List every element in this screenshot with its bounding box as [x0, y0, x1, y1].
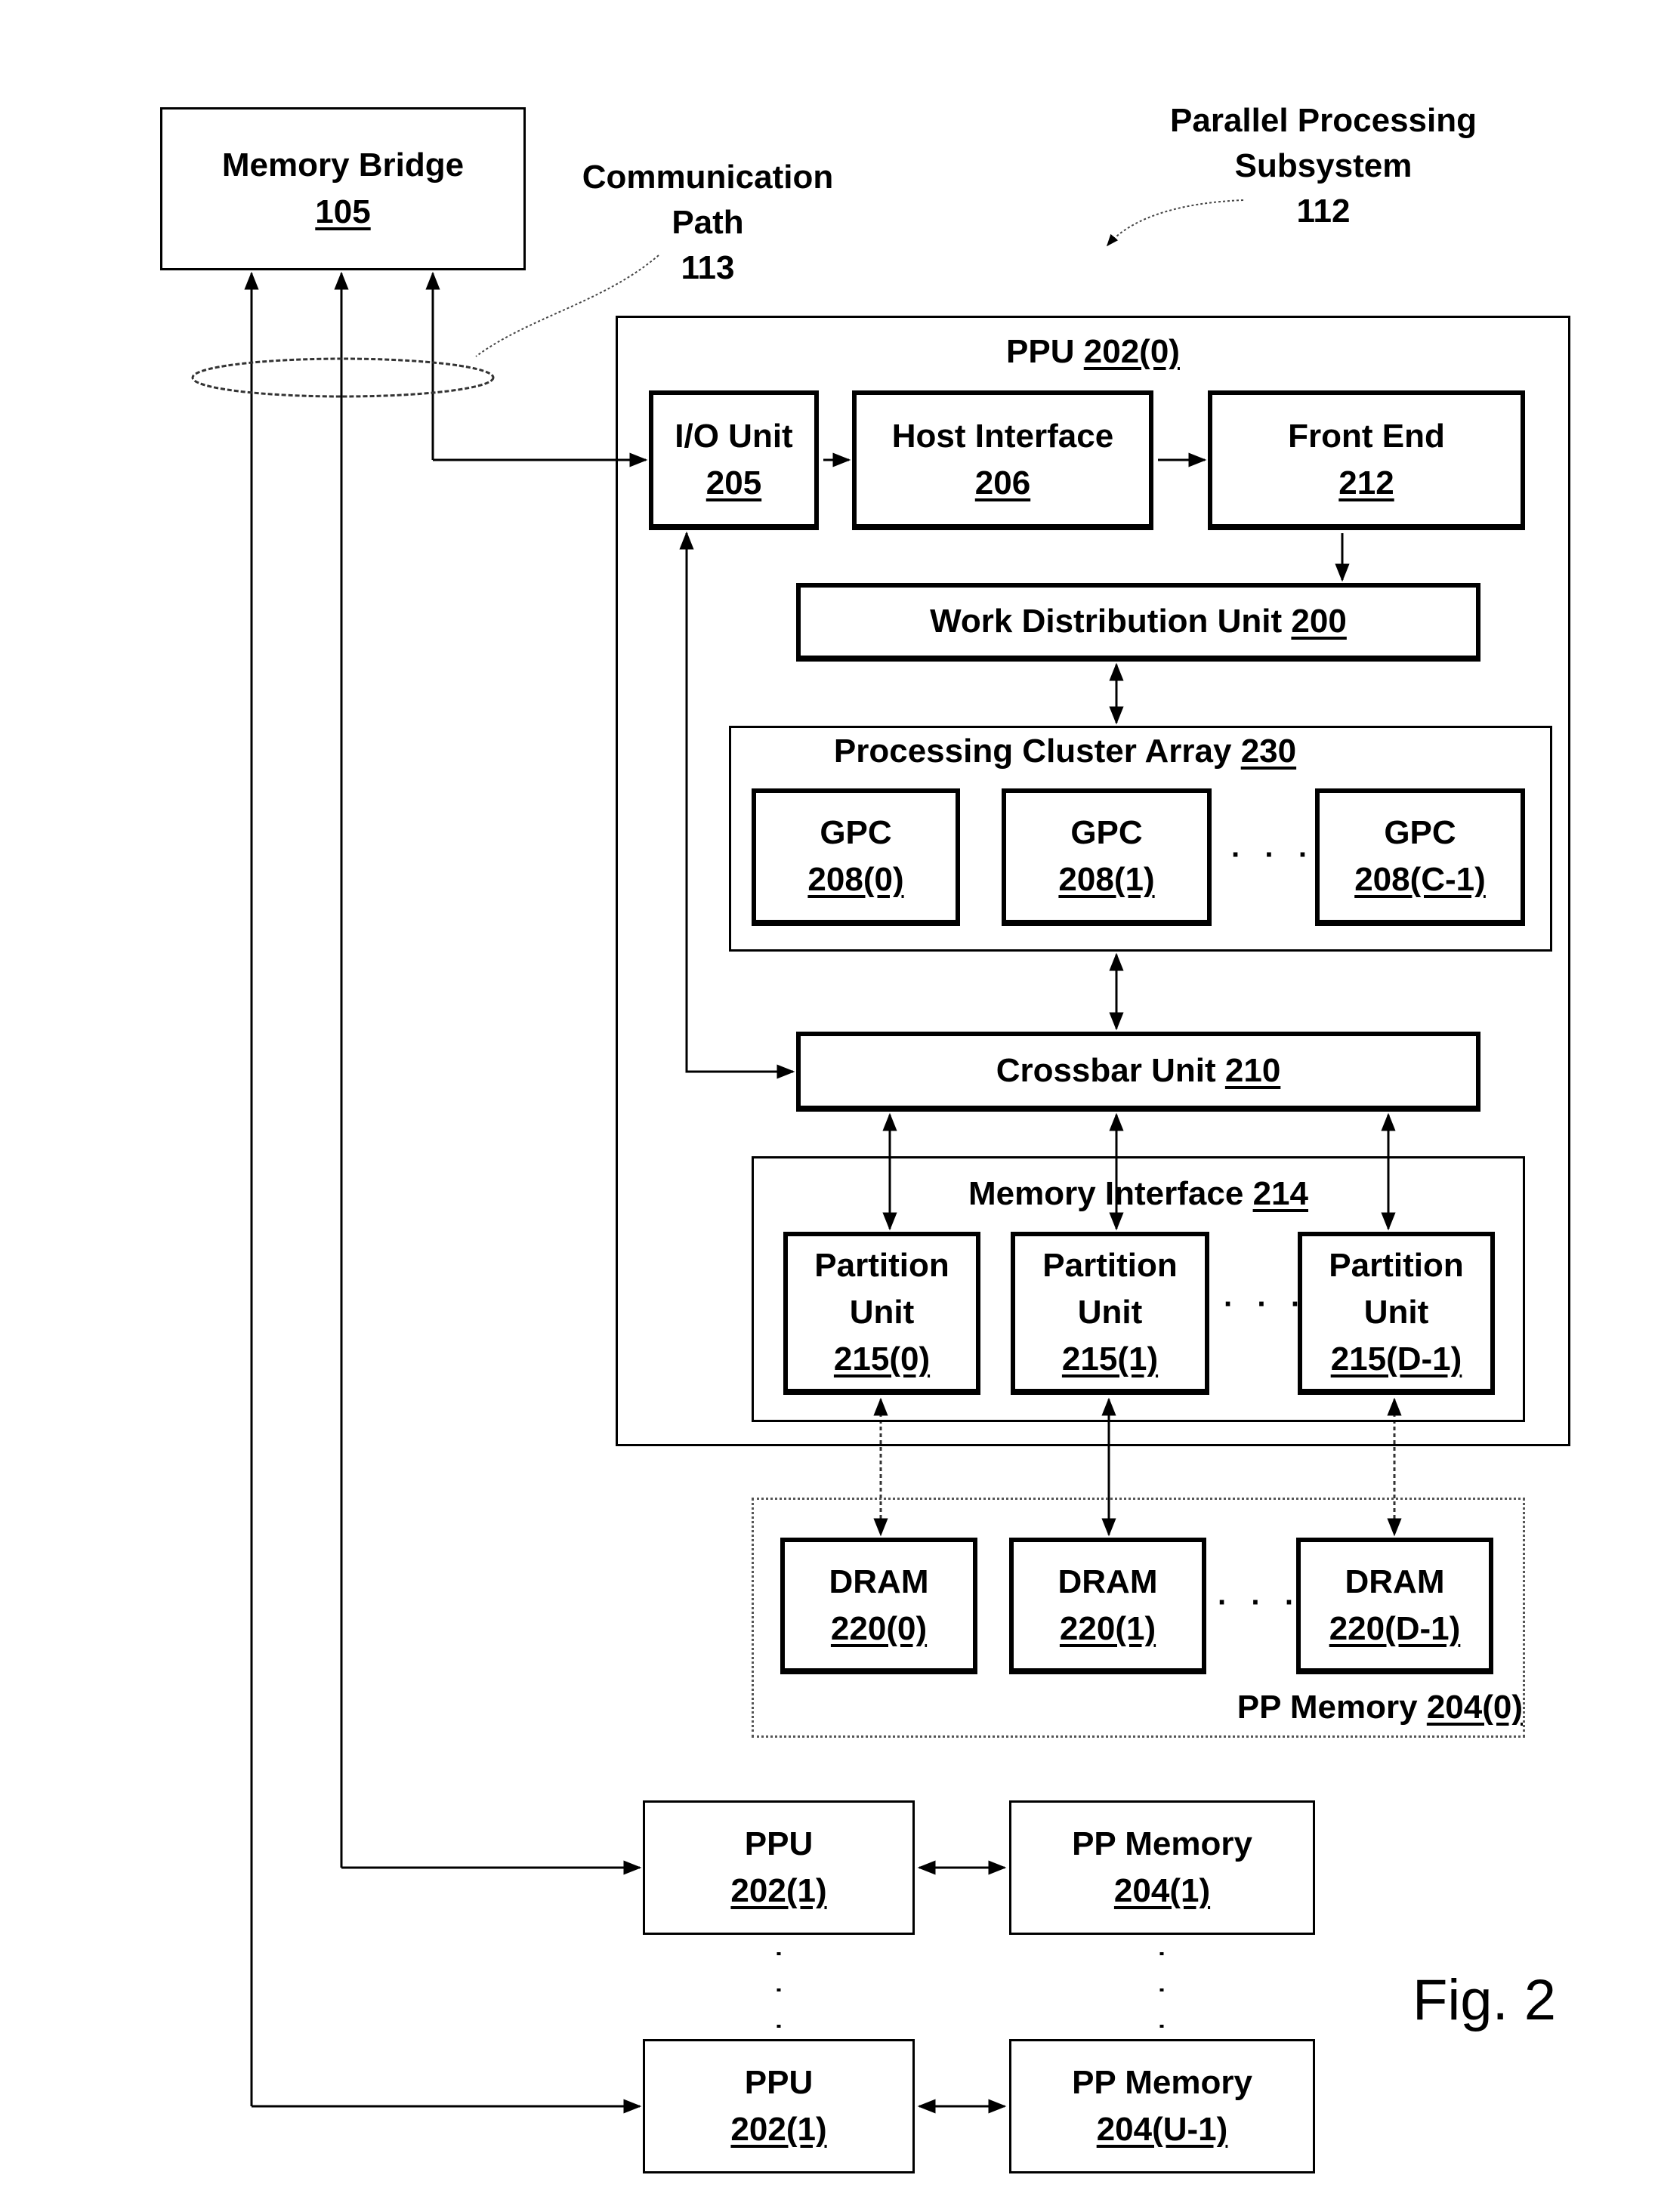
ppu-box: PPU 202(1)	[643, 2039, 915, 2173]
host-interface-box: Host Interface 206	[852, 390, 1153, 530]
memory-interface-title: Memory Interface 214	[968, 1175, 1308, 1212]
crossbar-unit-box: Crossbar Unit 210	[796, 1032, 1480, 1112]
io-unit-box: I/O Unit 205	[649, 390, 819, 530]
partition-unit-box: Partition Unit 215(D-1)	[1298, 1232, 1495, 1395]
memory-bridge-ref: 105	[315, 193, 371, 230]
dram-ellipsis: · · ·	[1218, 1586, 1303, 1619]
gpc-box: GPC 208(1)	[1002, 788, 1212, 926]
partition-ellipsis: · · ·	[1224, 1288, 1309, 1321]
dram-box: DRAM 220(1)	[1009, 1538, 1206, 1674]
pp-memory-box: PP Memory 204(1)	[1009, 1800, 1315, 1935]
dram-box: DRAM 220(0)	[780, 1538, 977, 1674]
subsystem-label: Parallel Processing Subsystem 112	[1135, 98, 1512, 234]
ppu-box: PPU 202(1)	[643, 1800, 915, 1935]
communication-path-ref: 113	[681, 249, 735, 286]
partition-unit-box: Partition Unit 215(0)	[783, 1232, 980, 1395]
communication-path-label: Communication Path 113	[557, 155, 859, 291]
figure-label: Fig. 2	[1413, 1968, 1557, 2032]
pp-memory-box: PP Memory 204(U-1)	[1009, 2039, 1315, 2173]
memory-bridge-label: Memory Bridge	[221, 147, 465, 184]
memory-bridge-box: Memory Bridge 105	[160, 107, 526, 270]
ppu0-title: PPU 202(0)	[1006, 333, 1180, 370]
front-end-box: Front End 212	[1208, 390, 1525, 530]
gpc-ellipsis: · · ·	[1231, 838, 1317, 872]
partition-unit-box: Partition Unit 215(1)	[1011, 1232, 1209, 1395]
gpc-box: GPC 208(C-1)	[1315, 788, 1525, 926]
communication-path-ellipse	[191, 357, 495, 398]
dram-box: DRAM 220(D-1)	[1296, 1538, 1493, 1674]
gpc-box: GPC 208(0)	[752, 788, 960, 926]
subsystem-ref: 112	[1296, 193, 1351, 230]
work-distribution-unit-box: Work Distribution Unit 200	[796, 583, 1480, 662]
pca-title: Processing Cluster Array 230	[833, 733, 1297, 770]
